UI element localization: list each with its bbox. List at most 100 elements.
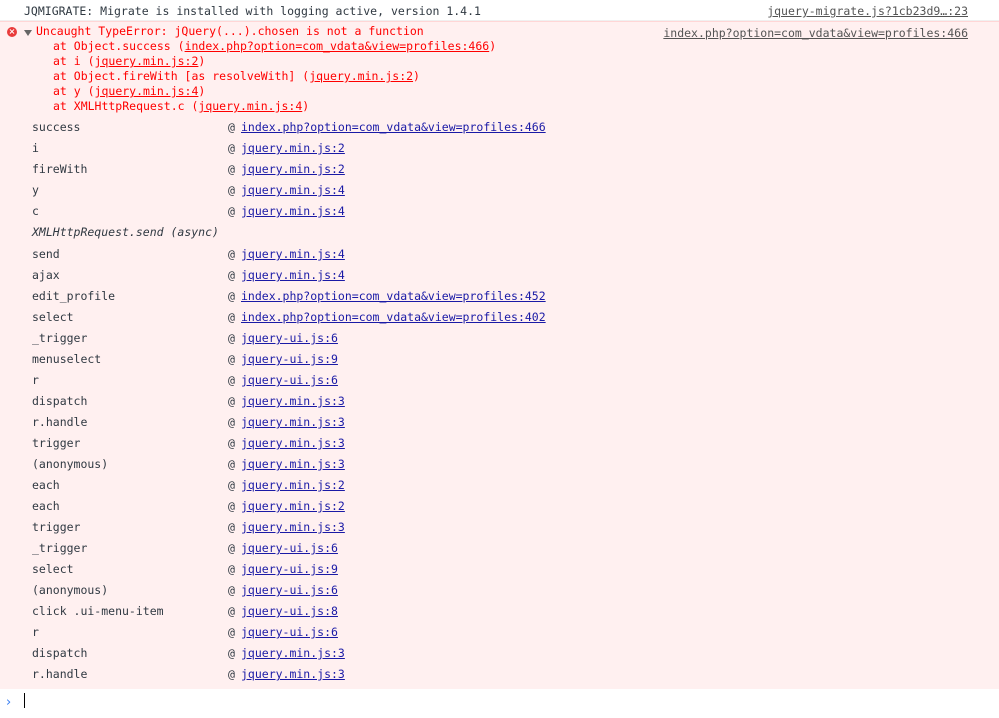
frame-function: r [32, 625, 39, 639]
frame-function: (anonymous) [32, 457, 109, 471]
frame-function: i [32, 141, 39, 155]
frame-location-link[interactable]: index.php?option=com_vdata&view=profiles… [241, 287, 546, 305]
stack-line-link[interactable]: jquery.min.js:2 [309, 69, 413, 83]
frame-location-link[interactable]: jquery.min.js:4 [241, 181, 345, 199]
expand-triangle-icon[interactable] [24, 30, 32, 36]
frame-location-link[interactable]: jquery-ui.js:6 [241, 581, 338, 599]
frame-function: select [32, 562, 74, 576]
stack-line-suffix: ) [489, 39, 497, 53]
frame-at-sign: @ [228, 268, 235, 282]
error-header: Uncaught TypeError: jQuery(...).chosen i… [36, 24, 424, 39]
frame-function: r.handle [32, 667, 88, 681]
async-separator: XMLHttpRequest.send (async) [32, 225, 219, 239]
stack-line: at Object.fireWith [as resolveWith] (jqu… [53, 69, 420, 84]
frame-location-link[interactable]: jquery-ui.js:6 [241, 371, 338, 389]
stack-line-link[interactable]: jquery.min.js:2 [95, 54, 199, 68]
log-message: JQMIGRATE: Migrate is installed with log… [24, 4, 481, 18]
frame-function: each [32, 499, 60, 513]
error-icon: × [7, 27, 17, 37]
frame-location-link[interactable]: index.php?option=com_vdata&view=profiles… [241, 118, 546, 136]
frame-at-sign: @ [228, 373, 235, 387]
stack-line-suffix: ) [198, 84, 206, 98]
frame-location-link[interactable]: jquery.min.js:3 [241, 413, 345, 431]
frame-at-sign: @ [228, 120, 235, 134]
prompt-chevron-icon: › [6, 695, 12, 710]
frame-at-sign: @ [228, 583, 235, 597]
stack-line-prefix: at i ( [53, 54, 95, 68]
migrate-log-row: JQMIGRATE: Migrate is installed with log… [0, 0, 999, 21]
frame-function: click .ui-menu-item [32, 604, 164, 618]
frame-function: send [32, 247, 60, 261]
frame-location-link[interactable]: jquery.min.js:3 [241, 392, 345, 410]
frame-location-link[interactable]: jquery.min.js:4 [241, 202, 345, 220]
frame-location-link[interactable]: jquery.min.js:3 [241, 518, 345, 536]
frame-function: dispatch [32, 646, 88, 660]
frame-at-sign: @ [228, 562, 235, 576]
frame-location-link[interactable]: index.php?option=com_vdata&view=profiles… [241, 308, 546, 326]
frame-function: r.handle [32, 415, 88, 429]
error-text: jQuery(...).chosen is not a function [174, 24, 424, 38]
frame-function: trigger [32, 520, 81, 534]
stack-line-suffix: ) [413, 69, 420, 83]
frame-function: dispatch [32, 394, 88, 408]
frame-location-link[interactable]: jquery.min.js:3 [241, 434, 345, 452]
frame-function: (anonymous) [32, 583, 109, 597]
stack-line-link[interactable]: jquery.min.js:4 [95, 84, 199, 98]
frame-function: trigger [32, 436, 81, 450]
frame-at-sign: @ [228, 520, 235, 534]
error-message-block: × Uncaught TypeError: jQuery(...).chosen… [0, 21, 999, 690]
frame-location-link[interactable]: jquery-ui.js:9 [241, 350, 338, 368]
frame-function: ajax [32, 268, 60, 282]
frame-function: r [32, 373, 39, 387]
stack-line-prefix: at y ( [53, 84, 95, 98]
frame-location-link[interactable]: jquery.min.js:4 [241, 266, 345, 284]
frame-location-link[interactable]: jquery.min.js:3 [241, 665, 345, 683]
frame-at-sign: @ [228, 604, 235, 618]
frame-location-link[interactable]: jquery-ui.js:6 [241, 329, 338, 347]
stack-line: at i (jquery.min.js:2) [53, 54, 205, 69]
frame-function: edit_profile [32, 289, 116, 303]
frame-function: _trigger [32, 541, 88, 555]
console-input[interactable] [24, 693, 984, 711]
log-source-link[interactable]: jquery-migrate.js?1cb23d9…:23 [767, 4, 968, 18]
frame-at-sign: @ [228, 625, 235, 639]
frame-function: _trigger [32, 331, 88, 345]
frame-at-sign: @ [228, 415, 235, 429]
frame-location-link[interactable]: jquery-ui.js:6 [241, 623, 338, 641]
stack-line-link[interactable]: jquery.min.js:4 [198, 99, 302, 113]
stack-line-prefix: at Object.fireWith [as resolveWith] ( [53, 69, 310, 83]
stack-line: at XMLHttpRequest.c (jquery.min.js:4) [53, 99, 309, 114]
frame-at-sign: @ [228, 457, 235, 471]
frame-at-sign: @ [228, 247, 235, 261]
frame-location-link[interactable]: jquery.min.js:2 [241, 476, 345, 494]
frame-at-sign: @ [228, 394, 235, 408]
frame-location-link[interactable]: jquery-ui.js:8 [241, 602, 338, 620]
frame-at-sign: @ [228, 331, 235, 345]
frame-function: fireWith [32, 162, 88, 176]
frame-at-sign: @ [228, 183, 235, 197]
frame-location-link[interactable]: jquery-ui.js:9 [241, 560, 338, 578]
frame-at-sign: @ [228, 478, 235, 492]
frame-at-sign: @ [228, 310, 235, 324]
frame-at-sign: @ [228, 646, 235, 660]
frame-at-sign: @ [228, 289, 235, 303]
error-source-link[interactable]: index.php?option=com_vdata&view=profiles… [663, 26, 968, 40]
frame-location-link[interactable]: jquery.min.js:2 [241, 139, 345, 157]
console-prompt: › [0, 689, 999, 718]
frame-location-link[interactable]: jquery-ui.js:6 [241, 539, 338, 557]
stack-line: at y (jquery.min.js:4) [53, 84, 205, 99]
stack-line-suffix: ) [198, 54, 206, 68]
stack-line-prefix: at Object.success ( [53, 39, 185, 53]
frame-location-link[interactable]: jquery.min.js:2 [241, 497, 345, 515]
frame-function: menuselect [32, 352, 102, 366]
frame-location-link[interactable]: jquery.min.js:4 [241, 245, 345, 263]
frame-at-sign: @ [228, 352, 235, 366]
frame-function: c [32, 204, 39, 218]
stack-line-prefix: at XMLHttpRequest.c ( [53, 99, 199, 113]
frame-location-link[interactable]: jquery.min.js:3 [241, 455, 345, 473]
frame-function: success [32, 120, 81, 134]
frame-location-link[interactable]: jquery.min.js:3 [241, 644, 345, 662]
stack-line-link[interactable]: index.php?option=com_vdata&view=profiles… [185, 39, 490, 53]
error-type: Uncaught TypeError: [36, 24, 175, 38]
frame-location-link[interactable]: jquery.min.js:2 [241, 160, 345, 178]
